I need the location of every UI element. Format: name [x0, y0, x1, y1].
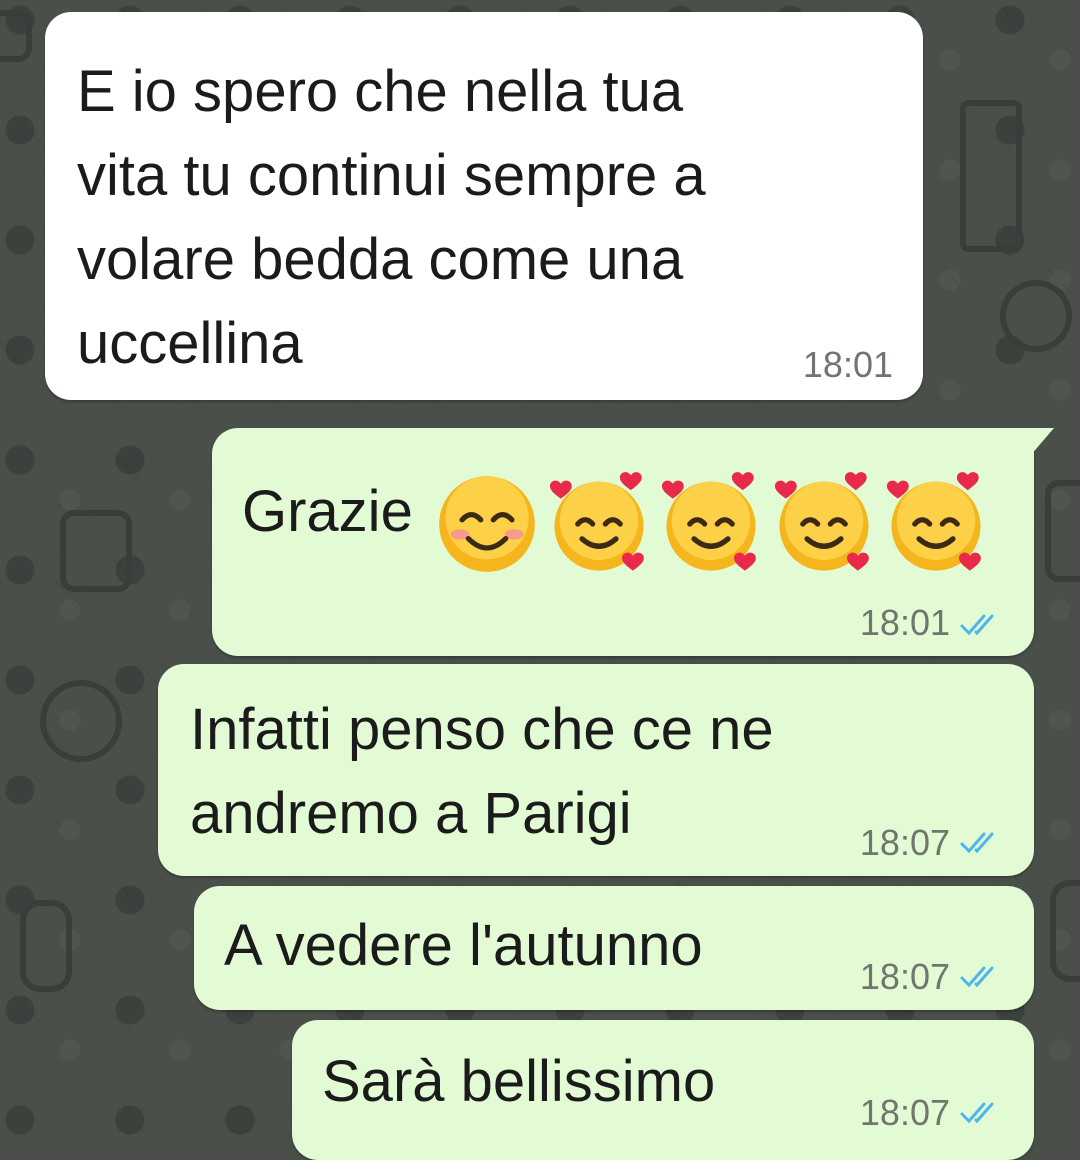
outgoing-message-bubble[interactable]: Infatti penso che ce ne andremo a Parigi…	[158, 664, 1034, 876]
smiling-face-with-smiling-eyes-icon	[435, 472, 539, 581]
message-timestamp: 18:07	[859, 822, 950, 863]
message-text-line: E io spero che nella tua	[77, 59, 684, 124]
double-check-read-icon	[960, 966, 994, 988]
message-text-line: vita tu continui sempre a	[77, 143, 706, 208]
message-content: Grazie	[242, 470, 989, 582]
smiling-face-with-hearts-icon	[658, 471, 764, 582]
message-timestamp: 18:07	[859, 956, 950, 997]
incoming-message-bubble[interactable]: E io spero che nella tua vita tu continu…	[45, 12, 923, 400]
wallpaper-doodle	[0, 10, 32, 62]
wallpaper-doodle	[1050, 880, 1080, 982]
message-text-line: andremo a Parigi	[190, 781, 632, 846]
message-timestamp: 18:01	[859, 602, 950, 643]
outgoing-message-bubble[interactable]: Sarà bellissimo 18:07	[292, 1020, 1034, 1160]
double-check-read-icon	[960, 614, 994, 636]
double-check-read-icon	[960, 832, 994, 854]
wallpaper-doodle	[960, 100, 1022, 252]
smiling-face-with-hearts-icon	[771, 471, 877, 582]
message-text: Sarà bellissimo	[322, 1049, 716, 1114]
message-timestamp: 18:01	[802, 344, 893, 385]
wallpaper-doodle	[40, 680, 122, 762]
message-text-line: Infatti penso che ce ne	[190, 697, 774, 762]
message-timestamp: 18:07	[859, 1092, 950, 1133]
message-text: Grazie	[242, 479, 413, 544]
message-text: A vedere l'autunno	[224, 913, 703, 978]
outgoing-message-bubble[interactable]: A vedere l'autunno 18:07	[194, 886, 1034, 1010]
wallpaper-doodle	[1045, 480, 1080, 582]
wallpaper-doodle	[20, 900, 72, 992]
double-check-read-icon	[960, 1102, 994, 1124]
outgoing-message-bubble[interactable]: Grazie 18:01	[212, 428, 1054, 656]
wallpaper-doodle	[60, 510, 132, 592]
message-text-line: volare bedda come una	[77, 227, 684, 292]
bubble-tail	[1030, 428, 1054, 456]
wallpaper-doodle	[1000, 280, 1072, 352]
smiling-face-with-hearts-icon	[546, 471, 652, 582]
smiling-face-with-hearts-icon	[883, 471, 989, 582]
message-text-line: uccellina	[77, 311, 303, 376]
